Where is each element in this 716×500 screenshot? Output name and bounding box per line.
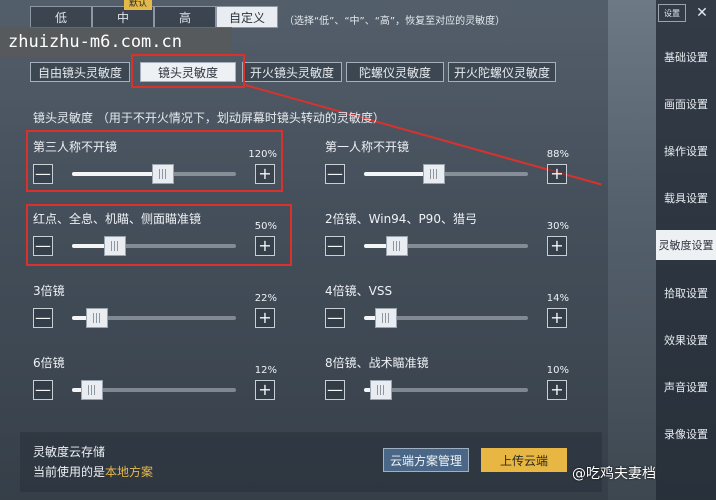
plus-button[interactable]: +	[255, 164, 275, 184]
current-plan-prefix: 当前使用的是	[33, 465, 106, 479]
slider-track[interactable]	[364, 308, 528, 328]
slider-track[interactable]	[364, 236, 528, 256]
plus-button[interactable]: +	[255, 308, 275, 328]
watermark-banner: zhuizhu-m6.com.cn	[0, 27, 232, 57]
slider-label: 第一人称不开镜	[325, 140, 410, 154]
tab-fire-camera[interactable]: 开火镜头灵敏度	[242, 62, 342, 82]
plus-button[interactable]: +	[547, 380, 567, 400]
slider-thumb[interactable]	[104, 236, 126, 256]
slider-label: 4倍镜、VSS	[325, 284, 393, 298]
slider-label: 红点、全息、机瞄、侧面瞄准镜	[33, 212, 202, 226]
sidebar-item-sensitivity[interactable]: 灵敏度设置	[656, 230, 716, 260]
preset-hint: （选择“低”、“中”、“高”，恢复至对应的灵敏度）	[284, 16, 506, 27]
slider-track[interactable]	[72, 308, 236, 328]
slider-value: 14%	[546, 293, 569, 304]
slider-thumb[interactable]	[386, 236, 408, 256]
minus-button[interactable]: —	[325, 308, 345, 328]
section-title: 镜头灵敏度 （用于不开火情况下，划动屏幕时镜头转动的灵敏度）	[33, 111, 385, 125]
minus-button[interactable]: —	[33, 308, 53, 328]
author-signature: @吃鸡夫妻档	[572, 466, 656, 482]
slider-fill	[72, 172, 163, 176]
tab-gyroscope[interactable]: 陀螺仪灵敏度	[346, 62, 444, 82]
slider-label: 6倍镜	[33, 356, 65, 370]
current-plan-name: 本地方案	[105, 465, 154, 479]
slider-value: 88%	[546, 149, 569, 160]
slider-value: 22%	[254, 293, 277, 304]
sidebar-item-controls[interactable]: 操作设置	[656, 136, 716, 166]
slider-track[interactable]	[72, 380, 236, 400]
upload-cloud-button[interactable]: 上传云端	[481, 448, 567, 472]
slider-thumb[interactable]	[81, 380, 103, 400]
plus-button[interactable]: +	[547, 308, 567, 328]
tab-fire-gyroscope[interactable]: 开火陀螺仪灵敏度	[448, 62, 556, 82]
sidebar-item-audio[interactable]: 声音设置	[656, 372, 716, 402]
sidebar-item-effects[interactable]: 效果设置	[656, 325, 716, 355]
tab-free-camera[interactable]: 自由镜头灵敏度	[30, 62, 130, 82]
slider-value: 50%	[254, 221, 277, 232]
minus-button[interactable]: —	[325, 380, 345, 400]
preset-custom-button[interactable]: 自定义	[216, 6, 278, 28]
slider-value: 30%	[546, 221, 569, 232]
sidebar-item-vehicle[interactable]: 载具设置	[656, 183, 716, 213]
plus-button[interactable]: +	[547, 164, 567, 184]
highlight-box-tab	[131, 54, 245, 88]
sidebar-item-graphics[interactable]: 画面设置	[656, 89, 716, 119]
default-badge: 默认	[124, 0, 153, 10]
minus-button[interactable]: —	[325, 164, 345, 184]
sensitivity-tabs: 自由镜头灵敏度 镜头灵敏度 开火镜头灵敏度 陀螺仪灵敏度 开火陀螺仪灵敏度	[30, 62, 560, 82]
minus-button[interactable]: —	[33, 164, 53, 184]
current-plan-text: 当前使用的是本地方案	[33, 463, 153, 480]
slider-value: 12%	[254, 365, 277, 376]
slider-value: 10%	[546, 365, 569, 376]
slider-track[interactable]	[364, 164, 528, 184]
preset-high-button[interactable]: 高	[154, 6, 216, 28]
plus-button[interactable]: +	[255, 380, 275, 400]
cloud-storage-title: 灵敏度云存储	[33, 445, 106, 459]
slider-label: 8倍镜、战术瞄准镜	[325, 356, 429, 370]
slider-label: 2倍镜、Win94、P90、猎弓	[325, 212, 477, 226]
cloud-plan-manage-button[interactable]: 云端方案管理	[383, 448, 469, 472]
plus-button[interactable]: +	[547, 236, 567, 256]
slider-thumb[interactable]	[152, 164, 174, 184]
slider-label: 第三人称不开镜	[33, 140, 118, 154]
close-icon[interactable]: ✕	[692, 4, 712, 22]
slider-label: 3倍镜	[33, 284, 65, 298]
slider-value: 120%	[248, 149, 277, 160]
sidebar-item-basic[interactable]: 基础设置	[656, 42, 716, 72]
preset-low-button[interactable]: 低	[30, 6, 92, 28]
slider-thumb[interactable]	[370, 380, 392, 400]
slider-track[interactable]	[364, 380, 528, 400]
slider-thumb[interactable]	[423, 164, 445, 184]
settings-corner-button[interactable]: 设置	[658, 4, 686, 22]
minus-button[interactable]: —	[33, 380, 53, 400]
slider-thumb[interactable]	[86, 308, 108, 328]
plus-button[interactable]: +	[255, 236, 275, 256]
sidebar-item-recording[interactable]: 录像设置	[656, 419, 716, 449]
slider-thumb[interactable]	[375, 308, 397, 328]
slider-track[interactable]	[72, 164, 236, 184]
slider-track[interactable]	[72, 236, 236, 256]
sidebar-item-pickup[interactable]: 拾取设置	[656, 278, 716, 308]
minus-button[interactable]: —	[33, 236, 53, 256]
minus-button[interactable]: —	[325, 236, 345, 256]
